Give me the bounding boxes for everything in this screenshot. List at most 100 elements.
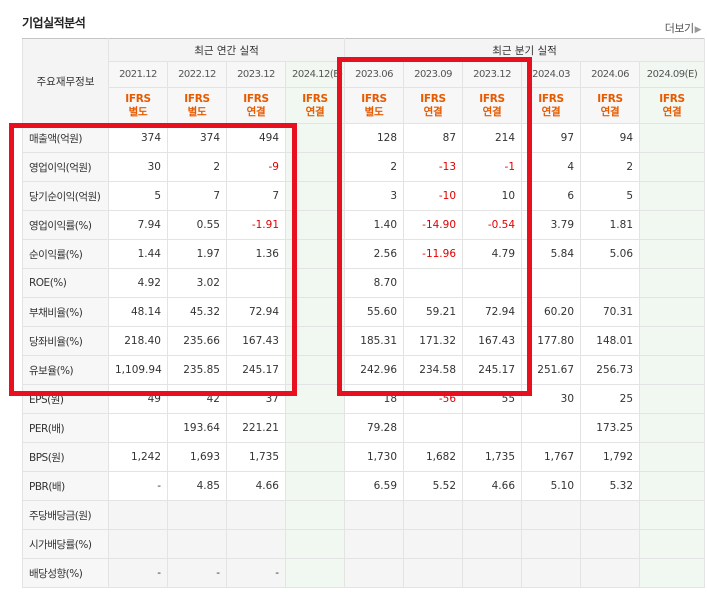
ifrs-label: IFRS xyxy=(479,92,505,105)
table-cell: 374 xyxy=(167,123,227,153)
table-cell xyxy=(639,500,706,530)
table-cell xyxy=(284,210,346,240)
table-cell: 374 xyxy=(108,123,168,153)
table-cell: 4.66 xyxy=(226,471,286,501)
table-cell xyxy=(284,471,346,501)
table-cell: 55.60 xyxy=(344,297,405,327)
table-cell xyxy=(108,500,168,530)
table-cell: -14.90 xyxy=(403,210,464,240)
table-cell xyxy=(403,529,464,559)
table-cell: -1.91 xyxy=(226,210,286,240)
table-cell: - xyxy=(226,558,286,588)
table-cell: 2 xyxy=(344,152,405,182)
table-cell: 0.55 xyxy=(167,210,227,240)
table-row: ROE(%) 4.92 3.02 8.70 xyxy=(22,268,706,298)
table-cell: 2.56 xyxy=(344,239,405,269)
table-cell: 1.97 xyxy=(167,239,227,269)
table-cell: 60.20 xyxy=(521,297,582,327)
period-basis: IFRS 연결 xyxy=(580,87,641,124)
table-cell xyxy=(521,529,582,559)
more-link-label: 더보기 xyxy=(664,22,694,35)
row-label: 순이익률(%) xyxy=(22,239,109,269)
table-cell xyxy=(462,500,523,530)
table-cell: -11.96 xyxy=(403,239,464,269)
table-cell: 221.21 xyxy=(226,413,286,443)
table-cell: 7.94 xyxy=(108,210,168,240)
basis-label: 별도 xyxy=(128,105,148,118)
more-link[interactable]: 더보기▶ xyxy=(664,20,702,36)
row-label: PBR(배) xyxy=(22,471,109,501)
table-cell: 171.32 xyxy=(403,326,464,356)
basis-label: 연결 xyxy=(423,105,443,118)
table-cell: 5 xyxy=(580,181,641,211)
table-cell: 7 xyxy=(226,181,286,211)
table-cell: 48.14 xyxy=(108,297,168,327)
table-cell: - xyxy=(108,558,168,588)
table-cell: 1,730 xyxy=(344,442,405,472)
table-cell: -1 xyxy=(462,152,523,182)
table-cell: 8.70 xyxy=(344,268,405,298)
table-body: 매출액(억원) 374 374 494 128 87 214 97 94 영업이익(억원) 30 2-… xyxy=(22,123,706,588)
table-row: 당기순이익(억원) 5 7 7 3 -10 10 6 5 xyxy=(22,181,706,211)
table-cell: 79.28 xyxy=(344,413,405,443)
table-cell xyxy=(284,123,346,153)
table-cell: 5.52 xyxy=(403,471,464,501)
table-cell: -9 xyxy=(226,152,286,182)
table-cell: 1,109.94 xyxy=(108,355,168,385)
table-cell xyxy=(108,413,168,443)
table-cell xyxy=(521,558,582,588)
ifrs-label: IFRS xyxy=(125,92,151,105)
table-cell: 59.21 xyxy=(403,297,464,327)
table-cell: 1,242 xyxy=(108,442,168,472)
row-label: 영업이익률(%) xyxy=(22,210,109,240)
period-basis: IFRS 별도 xyxy=(344,87,405,124)
table-cell xyxy=(284,355,346,385)
ifrs-label: IFRS xyxy=(538,92,564,105)
table-row: EPS(원) 49 42 37 18 -56 55 30 25 xyxy=(22,384,706,414)
table-cell: 42 xyxy=(167,384,227,414)
header-row-basis: IFRS 별도 IFRS 별도 IFRS 연결 IFRS 연결 IFRS 별도 IFRS 연결 IFRS… xyxy=(23,87,706,124)
period-date: 2023.06 xyxy=(344,61,405,88)
table-cell xyxy=(639,210,706,240)
table-cell xyxy=(226,500,286,530)
basis-label: 별도 xyxy=(364,105,384,118)
ifrs-label: IFRS xyxy=(597,92,623,105)
table-cell: - xyxy=(108,471,168,501)
table-cell: 4.92 xyxy=(108,268,168,298)
table-cell xyxy=(639,123,706,153)
row-label: 당기순이익(억원) xyxy=(22,181,109,211)
table-cell xyxy=(284,500,346,530)
table-cell xyxy=(521,268,582,298)
period-date: 2024.06 xyxy=(580,61,641,88)
period-date: 2024.12(E) xyxy=(284,61,346,88)
table-cell: 4.66 xyxy=(462,471,523,501)
table-row: 당좌비율(%) 218.40 235.66 167.43 185.31 171.32 167… xyxy=(22,326,706,356)
table-row: PBR(배) -4.85 4.66 6.59 5.52 4.66 5.10 5.32 xyxy=(22,471,706,501)
table-row: 영업이익률(%) 7.94 0.55 -1.91 1.40 -14.90 -0.54 3.79… xyxy=(22,210,706,240)
table-row: 시가배당률(%) xyxy=(22,529,706,559)
table-cell xyxy=(284,384,346,414)
table-cell: 1,735 xyxy=(462,442,523,472)
row-label: 당좌비율(%) xyxy=(22,326,109,356)
table-cell xyxy=(284,442,346,472)
table-cell: 148.01 xyxy=(580,326,641,356)
row-label: 배당성향(%) xyxy=(22,558,109,588)
table-cell: -56 xyxy=(403,384,464,414)
period-basis: IFRS 연결 xyxy=(284,87,346,124)
table-cell xyxy=(284,558,346,588)
table-cell: 70.31 xyxy=(580,297,641,327)
table-cell: 1,767 xyxy=(521,442,582,472)
table-cell: 177.80 xyxy=(521,326,582,356)
basis-label: 연결 xyxy=(541,105,561,118)
basis-label: 연결 xyxy=(246,105,266,118)
row-label: EPS(원) xyxy=(22,384,109,414)
period-basis: IFRS 연결 xyxy=(226,87,286,124)
ifrs-label: IFRS xyxy=(361,92,387,105)
header-row-dates: 2021.12 2022.12 2023.12 2024.12(E) 2023.06 20… xyxy=(23,61,706,88)
table-cell xyxy=(462,268,523,298)
row-label: ROE(%) xyxy=(22,268,109,298)
section-title: 기업실적분석 xyxy=(22,16,86,30)
table-cell: 97 xyxy=(521,123,582,153)
chevron-right-icon: ▶ xyxy=(694,25,702,35)
table-cell: 87 xyxy=(403,123,464,153)
